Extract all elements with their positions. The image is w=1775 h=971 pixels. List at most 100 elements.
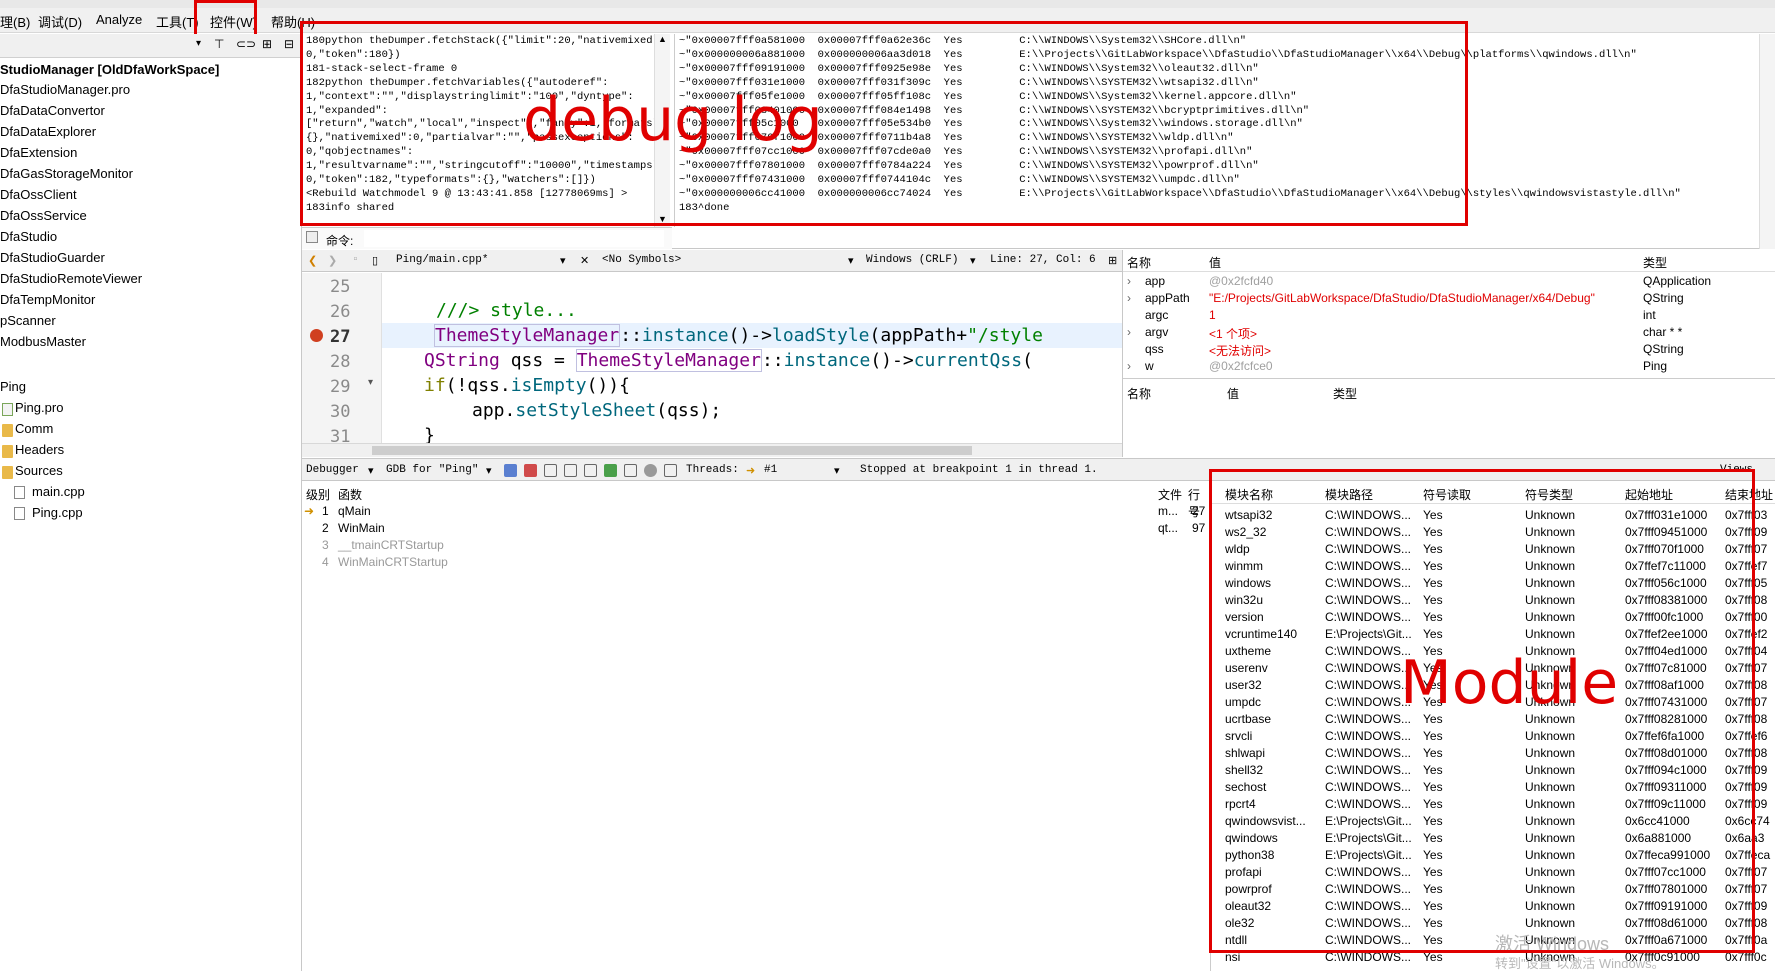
stack-level[interactable]: 4 [322,555,329,569]
operate-icon[interactable] [624,464,637,477]
col-function[interactable]: 函数 [338,486,362,503]
stack-function[interactable]: WinMainCRTStartup [338,555,448,569]
expand-icon[interactable]: › [1127,291,1131,305]
split-icon[interactable]: ⊞ [262,37,272,51]
watch-col-value[interactable]: 值 [1227,385,1239,402]
tree-item-file[interactable]: main.cpp [32,484,85,499]
tree-item[interactable]: ModbusMaster [0,334,86,349]
code-line[interactable]: } [424,425,435,443]
cursor-position[interactable]: Line: 27, Col: 6 [990,254,1096,266]
debugger-mode-selector[interactable]: Debugger [306,464,359,476]
tree-item[interactable]: DfaTempMonitor [0,292,95,307]
tree-item-file[interactable]: Ping.cpp [32,505,83,520]
tree-item[interactable]: DfaStudioManager.pro [0,82,130,97]
code-line[interactable]: app.setStyleSheet(qss); [472,400,721,421]
col-level[interactable]: 级别 [306,486,330,503]
tree-item[interactable]: Comm [15,421,53,436]
chevron-down-icon[interactable]: ▾ [834,464,840,478]
tree-item[interactable]: DfaExtension [0,145,77,160]
command-input[interactable] [364,230,664,247]
symbols-selector[interactable]: <No Symbols> [602,254,681,266]
chevron-down-icon[interactable]: ▾ [368,464,374,478]
watch-col-type[interactable]: 类型 [1333,385,1357,402]
close-icon[interactable]: ✕ [580,254,589,268]
code-line[interactable]: ThemeStyleManager::instance()->loadStyle… [434,324,1043,347]
tree-item[interactable]: DfaGasStorageMonitor [0,166,133,181]
tree-item[interactable]: DfaStudio [0,229,57,244]
step-over-icon[interactable] [544,464,557,477]
stack-function[interactable]: WinMain [338,521,385,535]
tree-item[interactable]: DfaDataExplorer [0,124,96,139]
stack-level[interactable]: 3 [322,538,329,552]
stack-level[interactable]: 2 [322,521,329,535]
local-value[interactable]: @0x2fcfce0 [1209,359,1273,373]
chevron-down-icon[interactable]: ▾ [970,254,976,268]
local-value[interactable]: "E:/Projects/GitLabWorkspace/DfaStudio/D… [1209,291,1595,305]
col-type[interactable]: 类型 [1643,254,1667,271]
col-value[interactable]: 值 [1209,254,1221,271]
output-scrollbar[interactable] [1759,34,1775,249]
local-value[interactable]: 1 [1209,308,1216,322]
chevron-down-icon[interactable]: ▾ [560,254,566,268]
stack-function[interactable]: qMain [338,504,371,518]
chevron-down-icon[interactable]: ▾ [196,38,201,49]
tree-item[interactable]: pScanner [0,313,56,328]
tree-item[interactable]: DfaDataConvertor [0,103,105,118]
line-ending-selector[interactable]: Windows (CRLF) [866,254,958,266]
local-value[interactable]: @0x2fcfd40 [1209,274,1273,288]
forward-icon[interactable]: ❯ [328,254,337,268]
code-line[interactable]: if(!qss.isEmpty()){ [424,375,630,396]
menu-item-tools[interactable]: 工具(T) [156,12,199,31]
tree-root[interactable]: StudioManager [OldDfaWorkSpace] [0,58,302,80]
expand-icon[interactable]: › [1127,325,1131,339]
chevron-down-icon[interactable]: ▾ [848,254,854,268]
local-name[interactable]: qss [1145,342,1164,356]
tree-item-ping[interactable]: Ping [0,379,26,394]
expand-icon[interactable]: › [1127,359,1131,373]
stack-line[interactable]: 97 [1192,521,1205,535]
tree-item[interactable]: DfaStudioRemoteViewer [0,271,142,286]
local-name[interactable]: argc [1145,308,1168,322]
code-line[interactable]: ///> style... [436,300,577,321]
tree-item[interactable]: DfaOssClient [0,187,77,202]
tree-item[interactable]: DfaOssService [0,208,87,223]
link-icon[interactable]: ⊂⊃ [236,37,256,51]
local-value[interactable]: <1 个项> [1209,325,1257,342]
local-name[interactable]: w [1145,359,1154,373]
stack-level[interactable]: 1 [322,504,329,518]
record-icon[interactable] [644,464,657,477]
filter-icon[interactable]: ⊤ [214,37,224,51]
menu-item-debug[interactable]: 调试(D) [38,12,82,31]
split-icon[interactable]: ⊞ [1108,254,1117,268]
expand-icon[interactable]: › [1127,274,1131,288]
back-icon[interactable]: ❮ [308,254,317,268]
fold-icon[interactable]: ▾ [368,377,373,388]
stack-file[interactable]: m... [1158,504,1178,518]
close-pane-icon[interactable]: ⊟ [284,37,294,51]
breakpoint-icon[interactable] [310,329,323,342]
scroll-thumb[interactable] [372,446,972,455]
restart-icon[interactable] [604,464,617,477]
tree-item[interactable]: DfaStudioGuarder [0,250,105,265]
col-file[interactable]: 文件 [1158,486,1182,503]
stack-function[interactable]: __tmainCRTStartup [338,538,444,552]
menu-item-analyze[interactable]: Analyze [96,12,142,27]
step-out-icon[interactable] [584,464,597,477]
stack-line[interactable]: 27 [1192,504,1205,518]
local-name[interactable]: argv [1145,325,1168,339]
tree-item[interactable]: Ping.pro [15,400,63,415]
tree-item[interactable]: Sources [15,463,63,478]
stop-icon[interactable] [524,464,537,477]
step-into-icon[interactable] [564,464,577,477]
watch-col-name[interactable]: 名称 [1127,385,1151,402]
code-editor[interactable]: ▾ 25 26 27 28 29 30 31 ///> style... The… [302,273,1122,443]
local-name[interactable]: appPath [1145,291,1190,305]
screenshot-icon[interactable] [664,464,677,477]
chevron-down-icon[interactable]: ▾ [486,464,492,478]
stack-file[interactable]: qt... [1158,521,1178,535]
menu-item-build[interactable]: 理(B) [0,12,30,31]
editor-hscrollbar[interactable] [302,443,1122,457]
local-name[interactable]: app [1145,274,1165,288]
local-value[interactable]: <无法访问> [1209,342,1271,359]
thread-selector[interactable]: #1 [764,464,777,476]
